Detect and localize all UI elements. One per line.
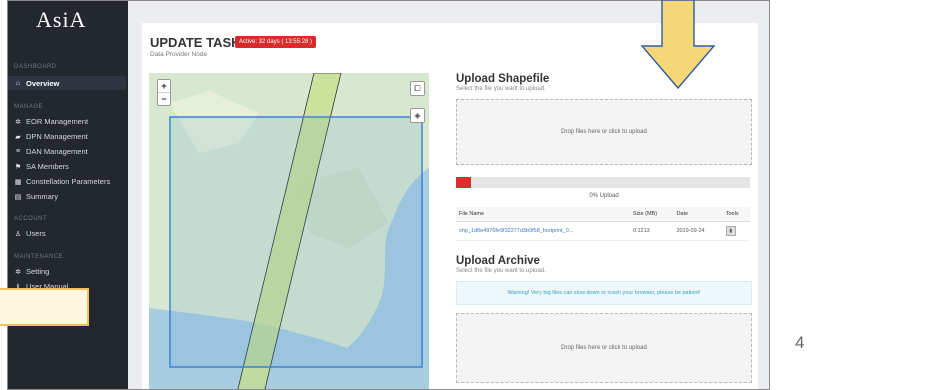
column-header: Date (673, 207, 723, 222)
area-of-interest (169, 116, 423, 368)
upload-progress-bar (456, 177, 750, 188)
sidebar-item-label: SA Members (26, 162, 69, 171)
sidebar-item-dan-management[interactable]: ≡ DAN Management (14, 147, 88, 156)
gear-icon: ✲ (15, 118, 21, 126)
sidebar-section-manage: MANAGE (14, 104, 44, 110)
sidebar-section-maintenance: MAINTENANCE (14, 254, 64, 260)
sidebar-item-eor-management[interactable]: ✲ EOR Management (14, 117, 88, 126)
file-date: 2019-09-24 (673, 221, 723, 241)
home-icon: ⌂ (15, 79, 21, 87)
sidebar-item-label: Setting (26, 267, 50, 276)
layers-icon[interactable]: ◈ (410, 108, 425, 123)
sidebar-item-label: DAN Management (26, 147, 88, 156)
slide-number: 4 (795, 333, 805, 352)
upload-archive-title: Upload Archive (456, 255, 540, 267)
user-icon: ♙ (14, 230, 22, 238)
sidebar-item-sa-members[interactable]: ⚑ SA Members (14, 162, 69, 171)
status-badge: Active: 32 days ( 13:55:28 ) (235, 36, 317, 48)
flag-icon: ⚑ (14, 163, 22, 171)
dropzone-label: Drop files here or click to upload (561, 345, 647, 351)
table-row: shp_1d8e4976fe9f32277d3b9f58_footprint_0… (456, 221, 750, 241)
zoom-out-button[interactable]: − (158, 93, 170, 105)
archive-dropzone[interactable]: Drop files here or click to upload (456, 313, 752, 383)
list-icon: ≡ (15, 148, 21, 155)
upload-warning: Warning! Very big files can slow down or… (456, 281, 752, 305)
column-header: File Name (456, 207, 630, 222)
sidebar-item-label: Summary (26, 192, 59, 201)
trash-icon[interactable]: ▮ (725, 226, 736, 236)
column-header: Size (MB) (629, 207, 674, 222)
file-size: 0.1213 (629, 221, 674, 241)
sidebar-item-label: Overview (26, 78, 60, 88)
file-name-link[interactable]: shp_1d8e4976fe9f32277d3b9f58_footprint_0… (456, 221, 630, 241)
logo: AsiA (36, 7, 87, 32)
map-view[interactable]: + − ⧠ ◈ (149, 73, 429, 389)
sidebar-item-constellation-parameters[interactable]: ▦ Constellation Parameters (14, 177, 111, 186)
sidebar-item-dpn-management[interactable]: ▰ DPN Management (14, 132, 88, 141)
upload-progress-label: 0% Upload (589, 193, 619, 199)
down-arrow-annotation (640, 0, 716, 90)
sidebar-item-label: Constellation Parameters (26, 177, 111, 186)
sidebar-item-label: Users (26, 229, 46, 238)
folder-icon: ▰ (15, 133, 21, 141)
fullscreen-icon[interactable]: ⧠ (410, 81, 425, 96)
file-tools: ▮ (722, 221, 750, 241)
gear-icon: ✲ (15, 268, 21, 276)
shapefile-dropzone[interactable]: Drop files here or click to upload (456, 99, 752, 165)
upload-archive-subtitle: Select the file you want to upload. (456, 268, 546, 274)
sidebar-item-summary[interactable]: ▤ Summary (14, 192, 58, 201)
zoom-in-button[interactable]: + (158, 80, 170, 93)
uploaded-files-table: File Name Size (MB) Date Tools shp_1d8e4… (456, 207, 750, 241)
map-canvas (149, 73, 429, 389)
document-icon: ▤ (14, 193, 22, 201)
grid-icon: ▦ (14, 178, 22, 186)
sidebar-section-dashboard: DASHBOARD (14, 64, 57, 70)
column-header: Tools (722, 207, 750, 222)
dropzone-label: Drop files here or click to upload (561, 129, 647, 135)
sidebar-section-account: ACCOUNT (14, 216, 48, 222)
sidebar-item-label: DPN Management (26, 132, 88, 141)
upload-column: Upload Shapefile Select the file you wan… (456, 73, 752, 383)
sidebar-item-setting[interactable]: ✲ Setting (14, 267, 49, 276)
sidebar-item-users[interactable]: ♙ Users (14, 229, 46, 238)
sidebar-item-overview[interactable]: ⌂ Overview (8, 76, 126, 90)
callout-box (0, 288, 89, 326)
sidebar: AsiA DASHBOARD ⌂ Overview MANAGE ✲ EOR M… (8, 1, 128, 389)
upload-progress-fill (456, 177, 471, 188)
sidebar-item-label: EOR Management (26, 117, 89, 126)
page-subtitle: Data Provider Node (150, 51, 208, 58)
zoom-control: + − (157, 79, 171, 106)
upload-archive-section: Upload Archive Select the file you want … (456, 255, 752, 383)
